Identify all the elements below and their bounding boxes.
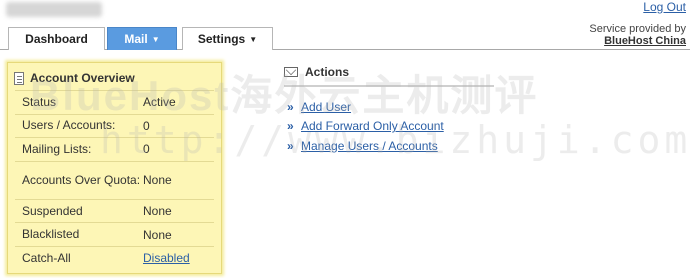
tab-mail[interactable]: Mail ▼: [107, 27, 177, 50]
actions-title: Actions: [305, 65, 350, 79]
bullet-icon: »: [287, 138, 294, 153]
overview-value: 0: [143, 118, 150, 133]
tab-mail-label: Mail: [124, 32, 148, 46]
document-icon: [14, 71, 24, 85]
manage-users-accounts-link[interactable]: Manage Users / Accounts: [301, 139, 438, 153]
overview-value: None: [143, 204, 172, 219]
caret-down-icon: ▼: [151, 34, 160, 44]
action-item-add-forward: » Add Forward Only Account: [287, 117, 444, 137]
overview-label: Suspended: [22, 203, 83, 218]
overview-value: 0: [143, 142, 150, 157]
tab-settings[interactable]: Settings ▼: [182, 27, 273, 50]
account-overview-table: Status Active Users / Accounts: 0 Mailin…: [15, 90, 214, 270]
overview-row-over-quota: Accounts Over Quota: None: [15, 160, 214, 199]
action-item-manage-users: » Manage Users / Accounts: [287, 136, 444, 156]
overview-row-status: Status Active: [15, 90, 214, 114]
overview-label: Blacklisted: [22, 227, 80, 242]
overview-row-catch-all: Catch-All Disabled: [15, 245, 214, 270]
blurred-logo: [6, 2, 102, 17]
overview-label: Accounts Over Quota:: [22, 172, 141, 187]
overview-row-blacklisted: Blacklisted None: [15, 222, 214, 246]
main-tabs: Dashboard Mail ▼ Settings ▼: [0, 27, 690, 50]
logout-link[interactable]: Log Out: [643, 0, 686, 14]
account-overview-panel: Account Overview Status Active Users / A…: [7, 62, 222, 274]
caret-down-icon: ▼: [249, 34, 258, 44]
overview-row-users: Users / Accounts: 0: [15, 113, 214, 138]
account-overview-title: Account Overview: [30, 71, 135, 85]
overview-value: None: [143, 173, 172, 188]
overview-label: Status: [22, 94, 57, 109]
overview-label: Mailing Lists:: [22, 141, 92, 156]
actions-list: » Add User » Add Forward Only Account » …: [287, 97, 444, 156]
tab-settings-label: Settings: [197, 32, 246, 46]
action-item-add-user: » Add User: [287, 97, 444, 117]
overview-label: Users / Accounts:: [22, 118, 116, 133]
add-forward-only-account-link[interactable]: Add Forward Only Account: [301, 119, 444, 133]
bullet-icon: »: [287, 119, 294, 134]
overview-label: Catch-All: [22, 250, 71, 265]
actions-header: Actions: [284, 65, 349, 79]
overview-row-suspended: Suspended None: [15, 198, 214, 223]
actions-divider: [284, 85, 494, 87]
catch-all-disabled-link[interactable]: Disabled: [143, 251, 214, 265]
bullet-icon: »: [287, 99, 294, 114]
overview-value: Active: [143, 95, 176, 110]
overview-row-mailing-lists: Mailing Lists: 0: [15, 137, 214, 161]
tab-dashboard-label: Dashboard: [25, 32, 88, 46]
envelope-icon: [284, 67, 298, 77]
tab-dashboard[interactable]: Dashboard: [8, 27, 105, 50]
account-overview-header: Account Overview: [14, 71, 135, 85]
overview-value: None: [143, 227, 172, 242]
add-user-link[interactable]: Add User: [301, 100, 351, 114]
